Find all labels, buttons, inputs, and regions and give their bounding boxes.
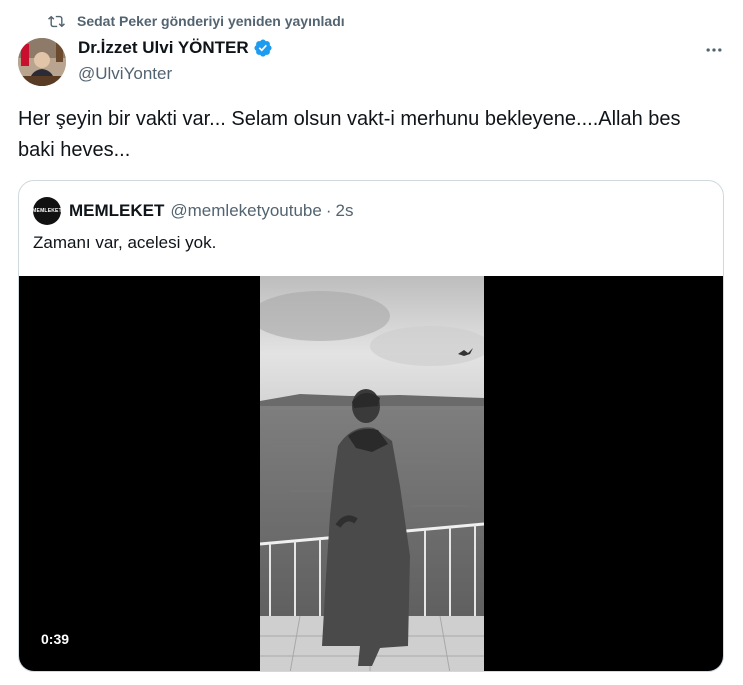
quoted-timestamp[interactable]: 2s — [336, 201, 354, 221]
quoted-separator: · — [325, 201, 332, 220]
more-options-button[interactable] — [702, 38, 726, 62]
video-player[interactable]: 0:39 — [19, 276, 723, 671]
retweet-label: Sedat Peker gönderiyi yeniden yayınladı — [77, 13, 345, 29]
verified-badge-icon — [254, 39, 272, 57]
author-handle[interactable]: @UlviYonter — [78, 64, 172, 84]
more-horizontal-icon — [706, 48, 722, 52]
quoted-text: Zamanı var, acelesi yok. — [33, 233, 217, 252]
quoted-tweet[interactable]: MEMLEKET MEMLEKET @memleketyoutube · 2s … — [18, 180, 724, 672]
quoted-tweet-header: MEMLEKET MEMLEKET @memleketyoutube · 2s — [32, 197, 354, 225]
author-display-name[interactable]: Dr.İzzet Ulvi YÖNTER — [78, 38, 249, 58]
video-frame — [260, 276, 484, 671]
quoted-handle[interactable]: @memleketyoutube — [170, 201, 321, 221]
quoted-avatar[interactable]: MEMLEKET — [32, 197, 62, 225]
video-duration-badge: 0:39 — [35, 628, 76, 650]
retweet-icon — [48, 15, 65, 27]
quoted-display-name[interactable]: MEMLEKET — [69, 201, 164, 221]
tweet-text: Her şeyin bir vakti var... Selam olsun v… — [18, 108, 687, 161]
author-name-row[interactable]: Dr.İzzet Ulvi YÖNTER — [78, 38, 273, 58]
author-avatar[interactable] — [18, 38, 66, 86]
retweet-context[interactable]: Sedat Peker gönderiyi yeniden yayınladı — [48, 10, 345, 32]
